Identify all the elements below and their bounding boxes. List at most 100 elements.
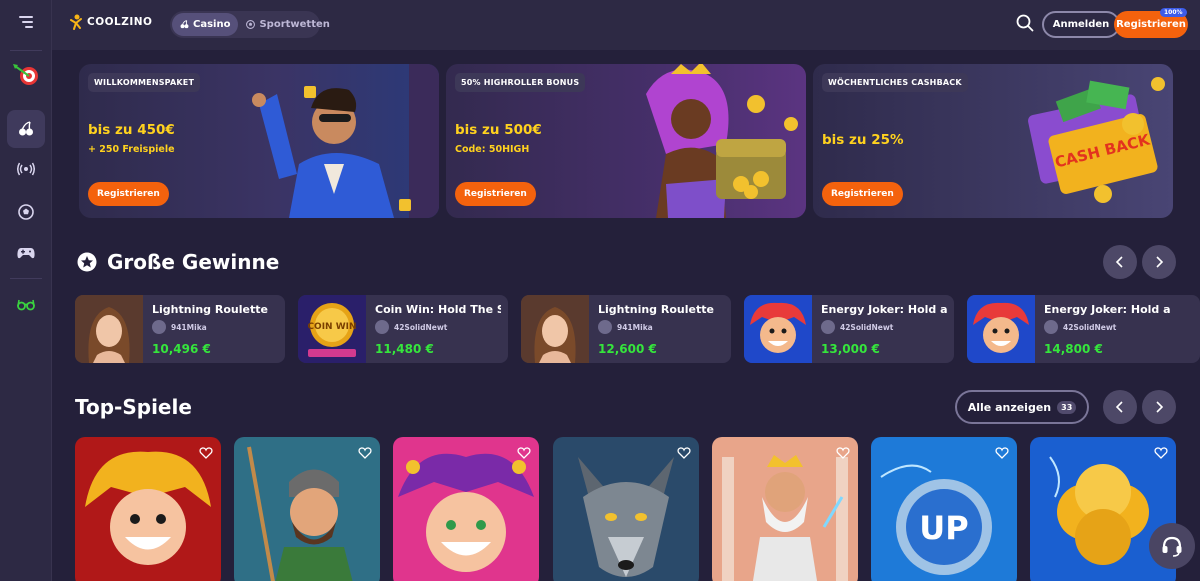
win-user: 42SolidNewt (821, 320, 893, 334)
dart-target-icon (13, 64, 38, 85)
sidebar-item-promo[interactable] (7, 56, 45, 94)
soccer-ball-icon (246, 20, 256, 29)
game-tile[interactable] (712, 437, 858, 581)
top-games-title: Top-Spiele (75, 395, 192, 419)
big-win-card[interactable]: Energy Joker: Hold and Win 42SolidNewt 1… (967, 295, 1200, 363)
avatar (598, 320, 612, 334)
heart-icon[interactable] (836, 446, 850, 460)
brand-logo[interactable]: COOLZINO (68, 14, 152, 30)
promo-subline: Code: 50HIGH (455, 144, 530, 155)
avatar (1044, 320, 1058, 334)
heart-icon[interactable] (995, 446, 1009, 460)
big-win-card[interactable]: Lightning Roulette 941Mika 10,496 € (75, 295, 285, 363)
sidebar-item-responsible[interactable] (7, 286, 45, 324)
promo-register-button[interactable]: Registrieren (88, 182, 169, 206)
win-user: 42SolidNewt (1044, 320, 1116, 334)
chevron-left-icon (1115, 256, 1123, 268)
win-username: 941Mika (171, 322, 207, 332)
win-username: 941Mika (617, 322, 653, 332)
promo-headline: bis zu 450€ (88, 122, 175, 138)
win-user: 941Mika (598, 320, 653, 334)
game-tile[interactable] (234, 437, 380, 581)
game-tile[interactable] (393, 437, 539, 581)
chevron-left-icon (1115, 401, 1123, 413)
win-username: 42SolidNewt (840, 322, 894, 332)
menu-toggle-button[interactable] (7, 3, 45, 41)
sidebar-item-live[interactable] (7, 150, 45, 188)
big-win-card[interactable]: COIN WIN Coin Win: Hold The Spin 42Solid… (298, 295, 508, 363)
sidebar (0, 0, 52, 581)
big-wins-prev-button[interactable] (1103, 245, 1137, 279)
heart-icon[interactable] (199, 446, 213, 460)
search-icon (1016, 14, 1034, 32)
win-amount: 10,496 € (152, 342, 211, 356)
avatar (152, 320, 166, 334)
big-wins-title: Große Gewinne (107, 250, 280, 274)
show-all-button[interactable]: Alle anzeigen 33 (955, 390, 1089, 424)
top-games-next-button[interactable] (1142, 390, 1176, 424)
headset-icon (1162, 536, 1182, 557)
promo-register-button[interactable]: Registrieren (455, 182, 536, 206)
promo-art-queen-icon (646, 64, 798, 218)
promo-register-button[interactable]: Registrieren (822, 182, 903, 206)
top-header: COOLZINO Casino Sportwetten Anmelden Reg… (52, 0, 1200, 50)
cherries-icon (19, 121, 33, 136)
game-thumb-roulette-icon (521, 295, 589, 363)
win-amount: 13,000 € (821, 342, 880, 356)
games-count-badge: 33 (1057, 400, 1077, 414)
promo-headline: bis zu 500€ (455, 122, 542, 138)
live-broadcast-icon (17, 162, 35, 176)
sidebar-item-games[interactable] (7, 234, 45, 272)
win-game-name: Lightning Roulette (598, 303, 714, 316)
tab-sportwetten[interactable]: Sportwetten (238, 13, 337, 36)
promo-card-highroller[interactable]: 50% HIGHROLLER BONUS bis zu 500€ Code: 5… (446, 64, 806, 218)
game-tile[interactable] (553, 437, 699, 581)
cherries-icon (180, 20, 189, 29)
game-thumb-coin-win-icon: COIN WIN (298, 295, 366, 363)
win-user: 941Mika (152, 320, 207, 334)
promo-tag: WILLKOMMENSPAKET (88, 73, 201, 92)
win-amount: 11,480 € (375, 342, 434, 356)
promo-art-cashback-icon: CASH BACK (1028, 77, 1165, 203)
promo-art-man-icon (252, 64, 439, 218)
support-chat-button[interactable] (1149, 523, 1195, 569)
win-amount: 12,600 € (598, 342, 657, 356)
search-button[interactable] (1016, 14, 1038, 36)
heart-icon[interactable] (677, 446, 691, 460)
tab-casino-label: Casino (193, 19, 231, 30)
promo-card-welcome[interactable]: WILLKOMMENSPAKET bis zu 450€ + 250 Freis… (79, 64, 439, 218)
game-tile[interactable] (75, 437, 221, 581)
win-user: 42SolidNewt (375, 320, 447, 334)
promo-headline: bis zu 25% (822, 132, 904, 148)
win-username: 42SolidNewt (1063, 322, 1117, 332)
login-button[interactable]: Anmelden (1042, 11, 1120, 38)
win-game-name: Energy Joker: Hold and Win (821, 303, 947, 316)
big-win-card[interactable]: Energy Joker: Hold and Win 42SolidNewt 1… (744, 295, 954, 363)
top-games-prev-button[interactable] (1103, 390, 1137, 424)
chevron-right-icon (1156, 256, 1164, 268)
show-all-label: Alle anzeigen (967, 400, 1052, 414)
tab-casino[interactable]: Casino (172, 13, 239, 36)
sidebar-item-sports[interactable] (7, 193, 45, 231)
gamepad-icon (17, 248, 35, 259)
up-art-text: UP (919, 509, 968, 547)
big-wins-next-button[interactable] (1142, 245, 1176, 279)
promo-subline: + 250 Freispiele (88, 144, 175, 155)
coin-win-art-text: COIN WIN (307, 322, 356, 332)
promo-tag: 50% HIGHROLLER BONUS (455, 73, 586, 92)
game-thumb-roulette-icon (75, 295, 143, 363)
register-badge: 100% (1160, 8, 1187, 17)
heart-icon[interactable] (1154, 446, 1168, 460)
promo-card-cashback[interactable]: CASH BACK WÖCHENTLICHES CASHBACK bis zu … (813, 64, 1173, 218)
heart-icon[interactable] (358, 446, 372, 460)
big-win-card[interactable]: Lightning Roulette 941Mika 12,600 € (521, 295, 731, 363)
mode-switch: Casino Sportwetten (170, 11, 330, 38)
sidebar-divider (10, 50, 42, 51)
game-tile[interactable]: UP (871, 437, 1017, 581)
win-username: 42SolidNewt (394, 322, 448, 332)
sidebar-item-casino[interactable] (7, 110, 45, 148)
avatar (375, 320, 389, 334)
glasses-icon (17, 299, 35, 311)
heart-icon[interactable] (517, 446, 531, 460)
game-thumb-energy-joker-icon (967, 295, 1035, 363)
